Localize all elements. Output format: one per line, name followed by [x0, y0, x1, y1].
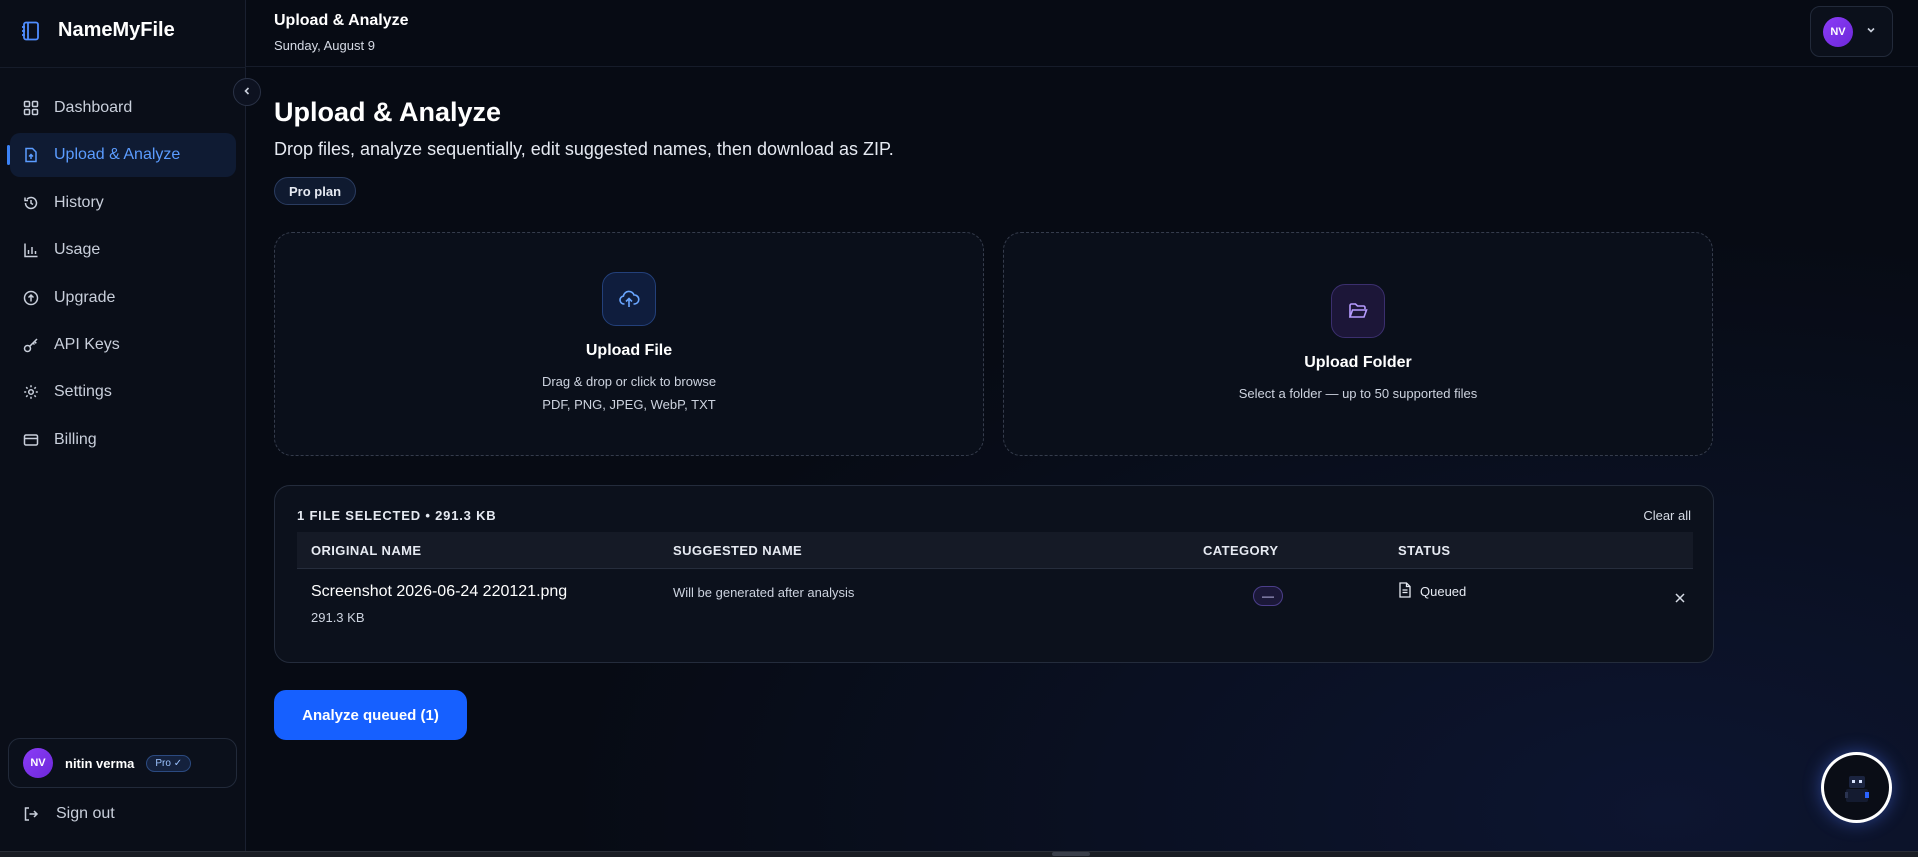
- sidebar: NameMyFile Dashboard Upload & Analyze Hi…: [0, 0, 246, 851]
- user-name: nitin verma: [65, 755, 135, 771]
- sidebar-item-settings[interactable]: Settings: [10, 370, 236, 414]
- sidebar-item-dashboard[interactable]: Dashboard: [10, 86, 236, 130]
- sidebar-item-label: Settings: [54, 383, 112, 401]
- gear-icon: [22, 383, 40, 401]
- sidebar-item-label: Upgrade: [54, 288, 116, 306]
- plan-badge: Pro ✓: [146, 754, 192, 772]
- sidebar-item-history[interactable]: History: [10, 181, 236, 225]
- sidebar-item-label: History: [54, 193, 104, 211]
- history-icon: [22, 194, 40, 212]
- page-title: Upload & Analyze: [274, 97, 502, 127]
- window-bottom-bar: [0, 851, 1918, 857]
- upload-file-hint: Drag & drop or click to browse: [541, 374, 717, 389]
- main-content: Upload & Analyze Drop files, analyze seq…: [246, 67, 1918, 851]
- sign-out-button[interactable]: Sign out: [22, 805, 115, 823]
- cloud-upload-icon: [602, 272, 656, 326]
- page-subtitle: Drop files, analyze sequentially, edit s…: [274, 139, 894, 159]
- sidebar-item-label: Usage: [54, 241, 101, 259]
- avatar: NV: [23, 748, 53, 778]
- sidebar-item-api-keys[interactable]: API Keys: [10, 323, 236, 367]
- arrow-up-circle-icon: [22, 289, 40, 307]
- sidebar-item-upgrade[interactable]: Upgrade: [10, 276, 236, 320]
- user-card[interactable]: NV nitin verma Pro ✓: [8, 738, 237, 788]
- upload-file-title: Upload File: [585, 342, 673, 359]
- column-suggested-name: SUGGESTED NAME: [673, 543, 803, 558]
- scroll-handle[interactable]: [1052, 852, 1090, 856]
- suggested-name: Will be generated after analysis: [673, 585, 855, 600]
- brand[interactable]: NameMyFile: [20, 19, 175, 42]
- remove-file-button[interactable]: [1669, 589, 1691, 611]
- file-upload-icon: [22, 146, 40, 164]
- chevron-left-icon: [242, 83, 252, 101]
- chevron-down-icon: [1865, 23, 1877, 41]
- category-pill: —: [1253, 586, 1283, 606]
- sidebar-item-label: Billing: [54, 430, 97, 448]
- upload-folder-dropzone[interactable]: Upload Folder Select a folder — up to 50…: [1003, 232, 1713, 456]
- sidebar-item-usage[interactable]: Usage: [10, 228, 236, 272]
- profile-menu-button[interactable]: NV: [1810, 6, 1893, 57]
- divider: [0, 67, 246, 68]
- top-bar: Upload & Analyze Sunday, August 9 NV: [246, 0, 1918, 67]
- app-window: NameMyFile Dashboard Upload & Analyze Hi…: [0, 0, 1918, 851]
- sign-out-label: Sign out: [56, 805, 115, 822]
- header-title: Upload & Analyze: [274, 12, 409, 29]
- credit-card-icon: [22, 431, 40, 449]
- brand-name: NameMyFile: [58, 19, 175, 41]
- sidebar-item-billing[interactable]: Billing: [10, 418, 236, 462]
- clear-all-button[interactable]: Clear all: [1643, 508, 1691, 523]
- status-label: Queued: [1420, 584, 1467, 599]
- sidebar-nav: Dashboard Upload & Analyze History Usage: [7, 86, 236, 465]
- sidebar-item-label: API Keys: [54, 335, 120, 353]
- sidebar-item-label: Dashboard: [54, 99, 133, 116]
- analyze-queued-button[interactable]: Analyze queued (1): [274, 690, 467, 740]
- grid-icon: [22, 99, 40, 117]
- key-icon: [22, 336, 40, 354]
- status-badge: Queued: [1398, 582, 1466, 601]
- plan-chip: Pro plan: [274, 177, 357, 205]
- sidebar-item-upload-analyze[interactable]: Upload & Analyze: [7, 133, 236, 178]
- bar-chart-icon: [22, 241, 40, 259]
- chat-assistant-button[interactable]: [1821, 752, 1892, 823]
- upload-file-dropzone[interactable]: Upload File Drag & drop or click to brow…: [274, 232, 984, 456]
- column-category: CATEGORY: [1203, 543, 1279, 558]
- original-name: Screenshot 2026-06-24 220121.png: [311, 583, 568, 600]
- avatar: NV: [1823, 16, 1853, 47]
- header-date: Sunday, August 9: [274, 38, 375, 53]
- table-header: ORIGINAL NAME SUGGESTED NAME CATEGORY ST…: [297, 532, 1693, 569]
- sidebar-item-label: Upload & Analyze: [54, 146, 181, 164]
- files-summary: 1 FILE SELECTED • 291.3 KB: [297, 508, 497, 523]
- notebook-icon: [20, 20, 42, 42]
- robot-icon: [1824, 755, 1889, 820]
- column-status: STATUS: [1398, 543, 1451, 558]
- folder-open-icon: [1331, 283, 1385, 338]
- column-original-name: ORIGINAL NAME: [311, 543, 422, 558]
- upload-folder-hint: Select a folder — up to 50 supported fil…: [1238, 385, 1478, 401]
- close-icon: [1674, 591, 1686, 609]
- file-size: 291.3 KB: [311, 610, 365, 625]
- selected-files-panel: 1 FILE SELECTED • 291.3 KB Clear all ORI…: [274, 485, 1714, 663]
- table-row: Screenshot 2026-06-24 220121.png 291.3 K…: [297, 569, 1693, 631]
- sign-out-icon: [22, 805, 40, 823]
- upload-folder-title: Upload Folder: [1304, 353, 1412, 371]
- upload-file-formats: PDF, PNG, JPEG, WebP, TXT: [542, 397, 716, 412]
- collapse-sidebar-button[interactable]: [233, 78, 261, 106]
- document-icon: [1398, 582, 1412, 601]
